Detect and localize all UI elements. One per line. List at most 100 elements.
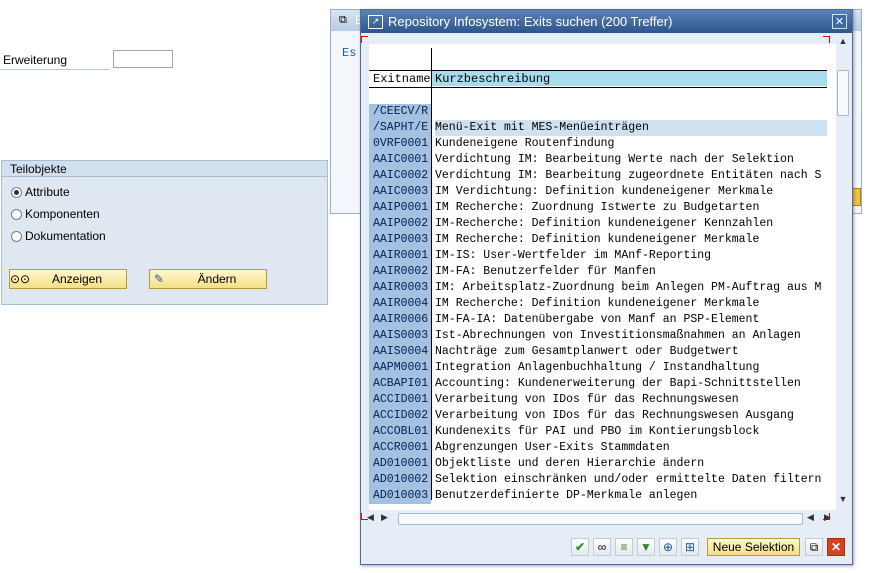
table-row[interactable]: AAIR0003 IM: Arbeitsplatz-Zuordnung beim … xyxy=(369,280,827,296)
new-selection-button[interactable]: Neue Selektion xyxy=(707,538,800,556)
row-description[interactable]: IM Recherche: Zuordnung Istwerte zu Budg… xyxy=(435,200,827,216)
row-description[interactable]: Objektliste und deren Hierarchie ändern xyxy=(435,456,827,472)
row-exitname[interactable]: AAIR0001 xyxy=(369,248,431,264)
row-description[interactable]: Nachträge zum Gesamtplanwert oder Budget… xyxy=(435,344,827,360)
radio-components-dot[interactable] xyxy=(11,208,22,220)
row-description[interactable]: IM Recherche: Definition kundeneigener M… xyxy=(435,232,827,248)
table-row[interactable]: AAIC0002 Verdichtung IM: Bearbeitung zuge… xyxy=(369,168,827,184)
scroll-thumb[interactable] xyxy=(837,70,849,116)
align-icon[interactable]: ≡ xyxy=(615,538,633,556)
row-exitname[interactable]: AAIR0002 xyxy=(369,264,431,280)
row-exitname[interactable]: ACCID001 xyxy=(369,392,431,408)
row-exitname[interactable]: ACCOBL01 xyxy=(369,424,431,440)
scroll-up-icon[interactable]: ▲ xyxy=(836,36,850,50)
row-exitname[interactable]: AAIP0002 xyxy=(369,216,431,232)
row-exitname[interactable]: AAIR0003 xyxy=(369,280,431,296)
radio-documentation-dot[interactable] xyxy=(11,230,22,242)
header-exitname[interactable]: Exitname xyxy=(373,72,431,86)
row-exitname[interactable]: ACCR0001 xyxy=(369,440,431,456)
scroll-track[interactable] xyxy=(398,513,803,525)
row-description[interactable]: Verdichtung IM: Bearbeitung zugeordnete … xyxy=(435,168,827,184)
row-exitname[interactable]: AAIC0003 xyxy=(369,184,431,200)
row-exitname[interactable]: AD010001 xyxy=(369,456,431,472)
row-exitname[interactable]: AAIC0002 xyxy=(369,168,431,184)
radio-attribute[interactable]: Attribute xyxy=(11,185,70,199)
scroll-right-end-icon[interactable]: ▶ xyxy=(824,512,831,523)
table-row[interactable]: AAIP0002 IM-Recherche: Definition kundene… xyxy=(369,216,827,232)
extension-input[interactable] xyxy=(113,50,173,68)
table-row[interactable]: 0VRF0001 Kundeneigene Routenfindung xyxy=(369,136,827,152)
row-description[interactable]: Verarbeitung von IDos für das Rechnungsw… xyxy=(435,392,827,408)
row-description[interactable]: IM-FA-IA: Datenübergabe von Manf an PSP-… xyxy=(435,312,827,328)
table-row[interactable]: /SAPHT/E Menü-Exit mit MES-Menüeinträgen xyxy=(369,120,827,136)
table-row[interactable]: AD010002 Selektion einschränken und/oder … xyxy=(369,472,827,488)
table-row[interactable]: AAIS0004 Nachträge zum Gesamtplanwert ode… xyxy=(369,344,827,360)
row-description[interactable]: Menü-Exit mit MES-Menüeinträgen xyxy=(435,120,827,136)
row-description[interactable]: IM: Arbeitsplatz-Zuordnung beim Anlegen … xyxy=(435,280,827,296)
row-exitname[interactable]: AAIC0001 xyxy=(369,152,431,168)
row-description[interactable]: Verdichtung IM: Bearbeitung Werte nach d… xyxy=(435,152,827,168)
display-button[interactable]: ⊙⊙ Anzeigen xyxy=(9,269,127,289)
row-exitname[interactable]: ACBAPI01 xyxy=(369,376,431,392)
table-row[interactable]: AAIR0001 IM-IS: User-Wertfelder im MAnf-R… xyxy=(369,248,827,264)
scroll-left-end-icon[interactable]: ◀ xyxy=(807,512,814,523)
row-description[interactable]: Benutzerdefinierte DP-Merkmale anlegen xyxy=(435,488,827,504)
table-row[interactable]: AD010001 Objektliste und deren Hierarchie… xyxy=(369,456,827,472)
glasses-icon[interactable]: ∞ xyxy=(593,538,611,556)
horizontal-scrollbar[interactable]: ◀ ▶ ◀ ▶ xyxy=(367,512,836,526)
radio-components[interactable]: Komponenten xyxy=(11,207,100,221)
change-button[interactable]: ✎ Ändern xyxy=(149,269,267,289)
radio-attribute-dot[interactable] xyxy=(11,186,22,198)
table-row[interactable]: ACCID002 Verarbeitung von IDos für das Re… xyxy=(369,408,827,424)
row-exitname[interactable]: AAIP0003 xyxy=(369,232,431,248)
row-exitname[interactable]: AAPM0001 xyxy=(369,360,431,376)
header-description[interactable]: Kurzbeschreibung xyxy=(435,72,550,86)
row-description[interactable]: Verarbeitung von IDos für das Rechnungsw… xyxy=(435,408,827,424)
table-row[interactable]: AAIC0003 IM Verdichtung: Definition kunde… xyxy=(369,184,827,200)
table-row[interactable]: ACCID001 Verarbeitung von IDos für das Re… xyxy=(369,392,827,408)
row-exitname[interactable]: AAIS0004 xyxy=(369,344,431,360)
row-description[interactable]: Kundenexits für PAI und PBO im Kontierun… xyxy=(435,424,827,440)
row-exitname[interactable]: /CEECV/R xyxy=(369,104,431,120)
binoculars-icon[interactable]: ⊕ xyxy=(659,538,677,556)
row-exitname[interactable]: ACCID002 xyxy=(369,408,431,424)
table-row[interactable]: AAPM0001 Integration Anlagenbuchhaltung /… xyxy=(369,360,827,376)
row-description[interactable]: Ist-Abrechnungen von Investitionsmaßnahm… xyxy=(435,328,827,344)
row-description[interactable]: Accounting: Kundenerweiterung der Bapi-S… xyxy=(435,376,827,392)
table-row[interactable]: AAIS0003 Ist-Abrechnungen von Investition… xyxy=(369,328,827,344)
table-row[interactable]: ACCOBL01 Kundenexits für PAI und PBO im K… xyxy=(369,424,827,440)
row-exitname[interactable]: AAIR0006 xyxy=(369,312,431,328)
row-description[interactable]: IM-Recherche: Definition kundeneigener K… xyxy=(435,216,827,232)
table-row[interactable]: ACBAPI01 Accounting: Kundenerweiterung de… xyxy=(369,376,827,392)
vertical-scrollbar[interactable]: ▲ ▼ xyxy=(836,36,850,510)
row-description[interactable]: IM-FA: Benutzerfelder für Manfen xyxy=(435,264,827,280)
row-description[interactable]: IM Recherche: Definition kundeneigener M… xyxy=(435,296,827,312)
binoculars-plus-icon[interactable]: ⊞ xyxy=(681,538,699,556)
row-exitname[interactable]: AAIP0001 xyxy=(369,200,431,216)
scroll-down-icon[interactable]: ▼ xyxy=(836,494,850,508)
cancel-icon[interactable]: ✕ xyxy=(827,538,845,556)
row-exitname[interactable]: /SAPHT/E xyxy=(369,120,431,136)
filter-icon[interactable]: ▼ xyxy=(637,538,655,556)
table-row[interactable] xyxy=(369,88,827,104)
table-row[interactable]: AAIR0002 IM-FA: Benutzerfelder für Manfen xyxy=(369,264,827,280)
table-row[interactable]: AAIR0006 IM-FA-IA: Datenübergabe von Manf… xyxy=(369,312,827,328)
row-description[interactable]: Selektion einschränken und/oder ermittel… xyxy=(435,472,827,488)
scroll-right-icon[interactable]: ▶ xyxy=(381,512,388,523)
check-icon[interactable]: ✔ xyxy=(571,538,589,556)
row-exitname[interactable]: AAIS0003 xyxy=(369,328,431,344)
table-row[interactable]: /CEECV/R xyxy=(369,104,827,120)
close-icon[interactable]: ✕ xyxy=(832,14,847,29)
row-exitname[interactable]: 0VRF0001 xyxy=(369,136,431,152)
table-row[interactable]: AAIP0001 IM Recherche: Zuordnung Istwerte… xyxy=(369,200,827,216)
row-description[interactable]: IM Verdichtung: Definition kundeneigener… xyxy=(435,184,827,200)
row-description[interactable]: Abgrenzungen User-Exits Stammdaten xyxy=(435,440,827,456)
table-row[interactable]: AAIC0001 Verdichtung IM: Bearbeitung Wert… xyxy=(369,152,827,168)
radio-documentation[interactable]: Dokumentation xyxy=(11,229,106,243)
table-row[interactable]: AAIR0004 IM Recherche: Definition kundene… xyxy=(369,296,827,312)
table-row[interactable]: AD010003 Benutzerdefinierte DP-Merkmale a… xyxy=(369,488,827,504)
row-description[interactable]: Kundeneigene Routenfindung xyxy=(435,136,827,152)
scroll-left-icon[interactable]: ◀ xyxy=(367,512,374,523)
row-exitname[interactable]: AD010003 xyxy=(369,488,431,504)
row-description[interactable]: Integration Anlagenbuchhaltung / Instand… xyxy=(435,360,827,376)
